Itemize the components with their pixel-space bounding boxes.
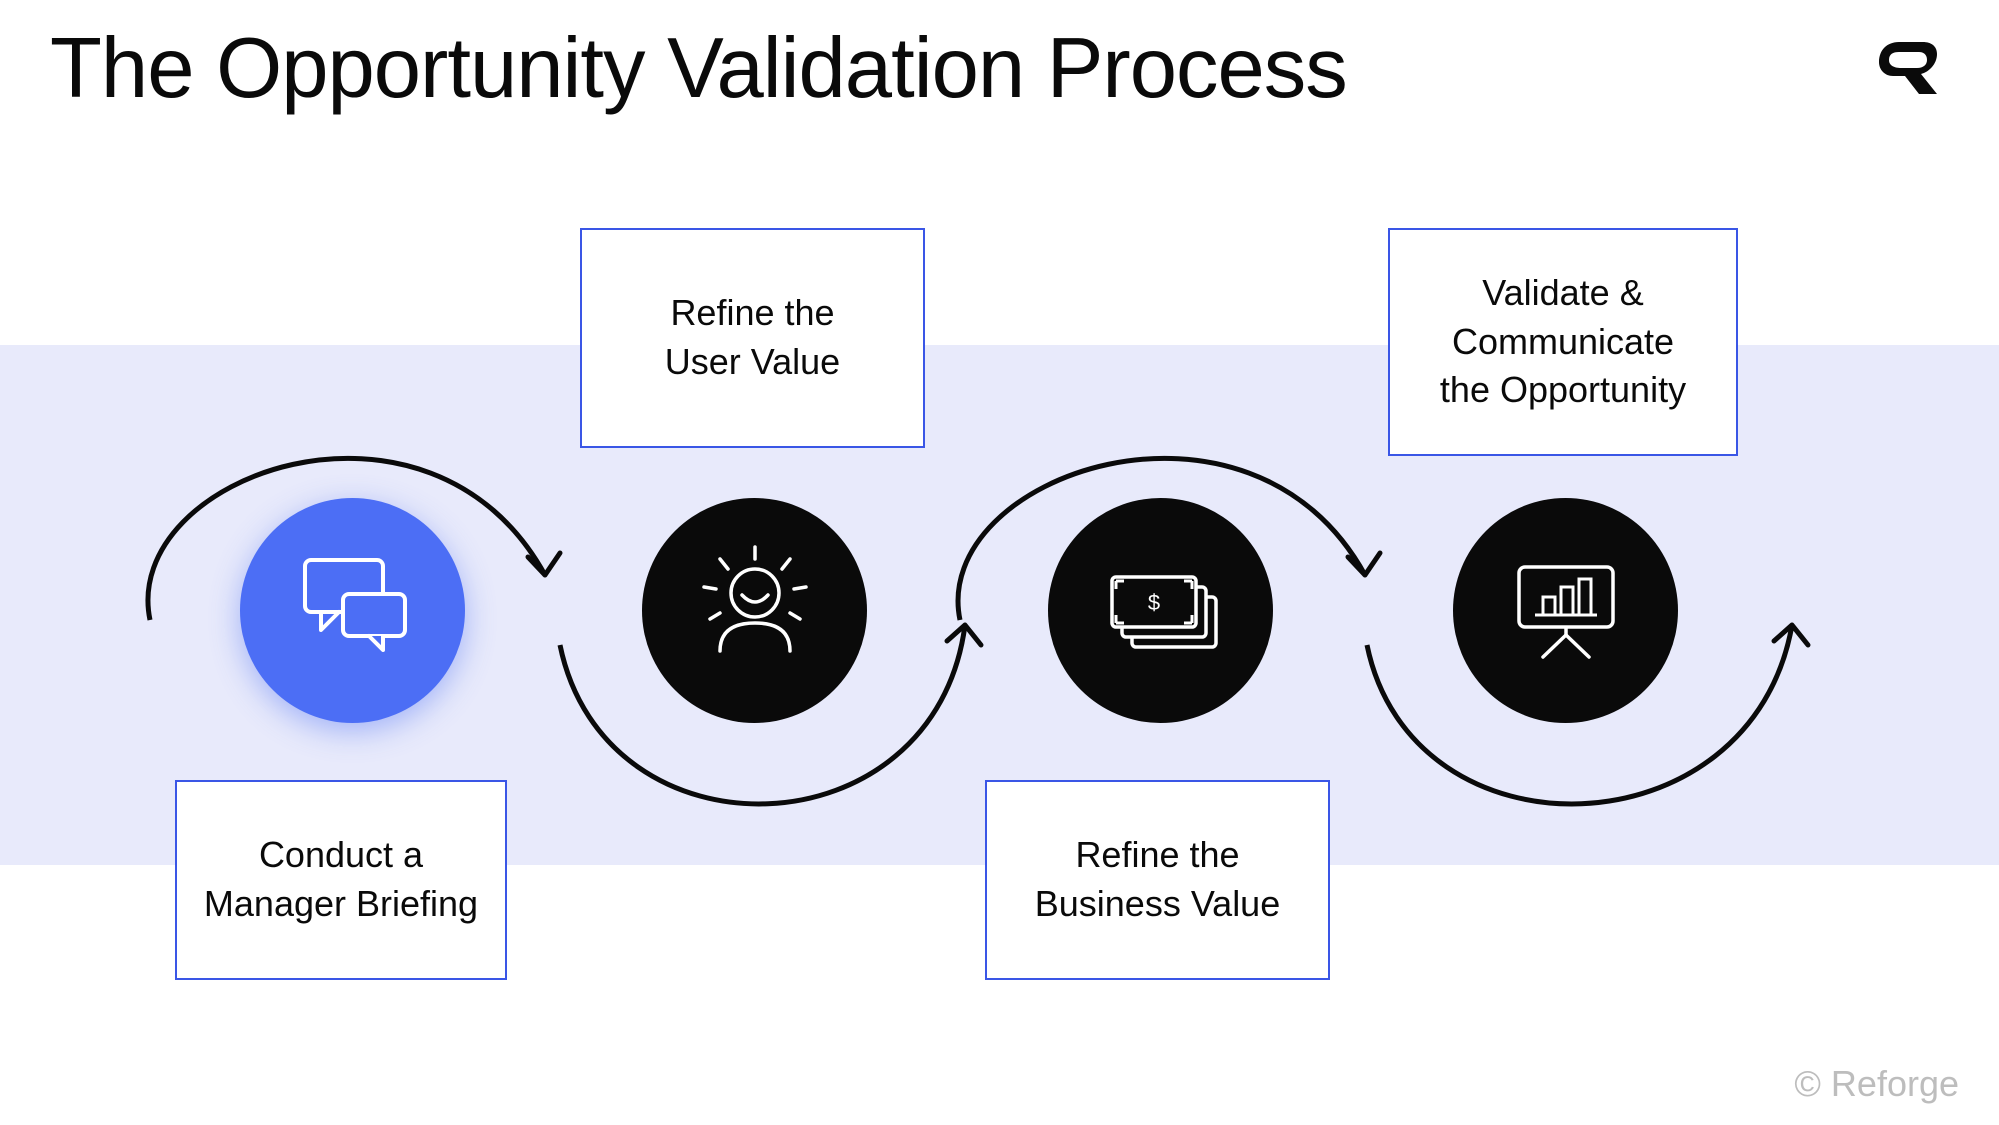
page-title: The Opportunity Validation Process	[50, 20, 1347, 118]
arc-2-bottom	[545, 585, 985, 835]
step-label: Refine the User Value	[665, 289, 840, 386]
step-label: Refine the Business Value	[1035, 831, 1280, 928]
arc-1-top	[130, 395, 570, 645]
step-box-3: Refine the Business Value	[985, 780, 1330, 980]
step-label: Validate & Communicate the Opportunity	[1440, 269, 1686, 415]
copyright-footer: © Reforge	[1794, 1063, 1959, 1105]
step-box-2: Refine the User Value	[580, 228, 925, 448]
reforge-logo-icon	[1879, 42, 1939, 99]
arc-4-bottom	[1352, 585, 1812, 835]
arc-3-top	[940, 395, 1390, 645]
step-label: Conduct a Manager Briefing	[204, 831, 478, 928]
step-box-4: Validate & Communicate the Opportunity	[1388, 228, 1738, 456]
step-box-1: Conduct a Manager Briefing	[175, 780, 507, 980]
